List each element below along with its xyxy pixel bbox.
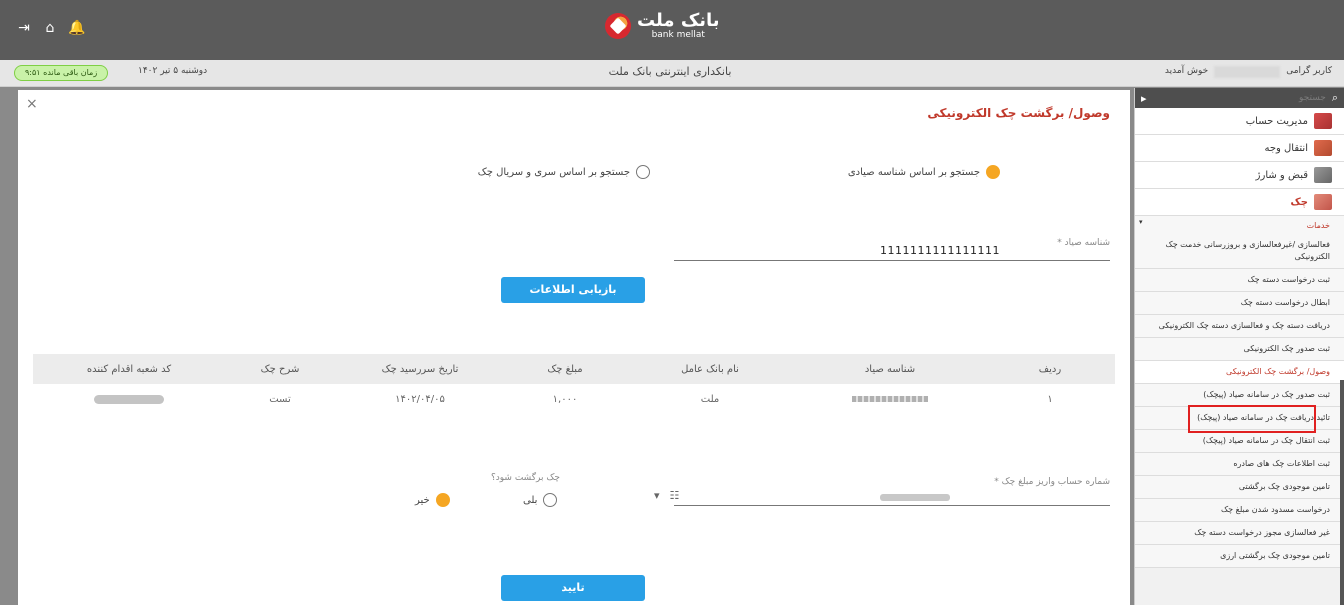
service-item[interactable]: فعالسازی /غیرفعالسازی و بروزرسانی خدمت چ… (1135, 234, 1344, 269)
table-row[interactable]: ۱ ملت ۱,۰۰۰ ۱۴۰۲/۰۴/۰۵ تست (33, 384, 1115, 414)
bell-icon[interactable]: 🔔 (68, 20, 85, 36)
logout-icon[interactable]: ⇥ (16, 20, 32, 36)
col-description: شرح چک (260, 363, 300, 375)
sidebar-search: ⌕ جستجو ▸ (1135, 88, 1344, 108)
radio-search-sayad[interactable]: جستجو بر اساس شناسه صیادی (848, 165, 1000, 179)
scrollbar[interactable] (1340, 380, 1344, 605)
cell-sayad (795, 384, 985, 414)
home-icon[interactable]: ⌂ (42, 20, 58, 36)
radio-bounce-yes[interactable]: بلی (523, 493, 558, 507)
chevron-down-icon[interactable]: ▾ (654, 489, 660, 502)
service-item-active[interactable]: وصول/ برگشت چک الکترونیکی (1135, 361, 1344, 384)
cell-bank: ملت (700, 393, 720, 405)
service-item[interactable]: ثبت صدور چک الکترونیکی (1135, 338, 1344, 361)
service-item[interactable]: غیر فعالسازی مجوز درخواست دسته چک (1135, 522, 1344, 545)
caret-down-icon: ▾ (1139, 218, 1143, 226)
highlight-box (1188, 405, 1316, 433)
current-date: دوشنبه ۵ تیر ۱۴۰۲ (138, 66, 208, 76)
greeting-prefix: کاربر گرامی (1286, 66, 1332, 76)
branch-code-blurred (94, 394, 164, 404)
cell-description: تست (269, 393, 291, 405)
close-icon[interactable]: × (26, 96, 38, 112)
services-title: خدمات (1306, 220, 1330, 230)
user-name-blurred (1214, 66, 1281, 78)
col-bank: نام بانک عامل (681, 363, 739, 375)
search-icon[interactable]: ⌕ (1332, 91, 1338, 105)
bank-logo-icon (605, 13, 631, 39)
cheque-icon (1314, 194, 1332, 210)
col-row: ردیف (1038, 363, 1062, 375)
confirm-button[interactable]: تایید (501, 575, 645, 601)
bank-title: بانکداری اینترنتی بانک ملت (608, 65, 732, 78)
page-title: وصول/ برگشت چک الکترونیکی (927, 106, 1110, 120)
user-greeting: کاربر گرامی خوش آمدید (1165, 66, 1332, 78)
account-icon (1314, 113, 1332, 129)
sub-header: زمان باقی مانده ۹:۵۱ دوشنبه ۵ تیر ۱۴۰۲ ب… (0, 60, 1344, 87)
logo-text-fa: بانک ملت (637, 10, 720, 31)
cheque-table: ردیف شناسه صیاد نام بانک عامل مبلغ چک تا… (33, 354, 1115, 414)
radio-checked-icon[interactable] (986, 165, 1000, 179)
service-item[interactable]: ثبت انتقال چک در سامانه صیاد (پیچک) (1135, 430, 1344, 453)
radio-yes-label: بلی (523, 494, 538, 506)
logo-text-en: bank mellat (651, 30, 705, 40)
radio-search-serial-label: جستجو بر اساس سری و سریال چک (477, 166, 630, 178)
deposit-account-select[interactable] (674, 505, 1110, 506)
sidebar-item-account[interactable]: مدیریت حساب (1135, 108, 1344, 135)
service-item[interactable]: ثبت درخواست دسته چک (1135, 269, 1344, 292)
cell-row: ۱ (1047, 393, 1053, 405)
radio-bounce-no[interactable]: خیر (415, 493, 450, 507)
sidebar-item-label: قبض و شارژ (1255, 169, 1308, 181)
service-item[interactable]: ثبت صدور چک در سامانه صیاد (پیچک) (1135, 384, 1344, 407)
account-list-icon[interactable]: ☷ (670, 489, 680, 502)
sidebar-item-label: چک (1290, 196, 1308, 208)
sidebar-item-bill[interactable]: قبض و شارژ (1135, 162, 1344, 189)
radio-checked-icon[interactable] (435, 493, 450, 507)
radio-unchecked-icon[interactable] (636, 165, 650, 179)
session-timer-badge: زمان باقی مانده ۹:۵۱ (14, 65, 109, 81)
cell-branch-code (33, 384, 225, 414)
cell-due-date: ۱۴۰۲/۰۴/۰۵ (395, 393, 445, 405)
top-header: ⇥ ⌂ 🔔 بانک ملت bank mellat (0, 0, 1344, 60)
greeting-suffix: خوش آمدید (1164, 66, 1209, 76)
sidebar-item-label: مدیریت حساب (1245, 115, 1308, 127)
radio-unchecked-icon[interactable] (543, 493, 558, 507)
table-header: ردیف شناسه صیاد نام بانک عامل مبلغ چک تا… (33, 354, 1115, 384)
col-due-date: تاریخ سررسید چک (381, 363, 459, 375)
collapse-arrow-icon[interactable]: ▸ (1141, 92, 1147, 105)
col-sayad: شناسه صیاد (864, 363, 916, 375)
search-input[interactable]: جستجو (1147, 93, 1326, 103)
services-heading[interactable]: خدمات ▾ (1135, 216, 1344, 234)
deposit-account-label: شماره حساب واریز مبلغ چک * (994, 477, 1110, 487)
service-item[interactable]: دریافت دسته چک و فعالسازی دسته چک الکترو… (1135, 315, 1344, 338)
deposit-account-blurred (880, 494, 950, 501)
radio-no-label: خیر (415, 494, 430, 506)
service-item[interactable]: درخواست مسدود شدن مبلغ چک (1135, 499, 1344, 522)
sidebar-item-transfer[interactable]: انتقال وجه (1135, 135, 1344, 162)
col-amount: مبلغ چک (547, 363, 583, 375)
retrieve-info-button[interactable]: بازیابی اطلاعات (501, 277, 645, 303)
service-item[interactable]: ابطال درخواست دسته چک (1135, 292, 1344, 315)
sayad-id-underline (674, 260, 1110, 261)
deposit-account-controls: ☷ ▾ (654, 489, 679, 502)
service-item[interactable]: ثبت اطلاعات چک های صادره (1135, 453, 1344, 476)
cell-amount: ۱,۰۰۰ (552, 393, 578, 405)
radio-search-sayad-label: جستجو بر اساس شناسه صیادی (847, 166, 980, 178)
bill-icon (1314, 167, 1332, 183)
cheque-collect-panel: × وصول/ برگشت چک الکترونیکی جستجو بر اسا… (18, 90, 1130, 605)
transfer-icon (1314, 140, 1332, 156)
sayad-id-label: شناسه صیاد * (1057, 238, 1110, 248)
bank-logo: بانک ملت bank mellat (605, 12, 720, 40)
header-icons: ⇥ ⌂ 🔔 (16, 20, 85, 36)
sayad-blurred (852, 396, 928, 402)
service-item[interactable]: تامین موجودی چک برگشتی (1135, 476, 1344, 499)
sidebar: ⌕ جستجو ▸ مدیریت حساب انتقال وجه قبض و ش… (1134, 88, 1344, 605)
sayad-id-input[interactable]: 1111111111111111 (880, 244, 1000, 257)
sidebar-item-cheque[interactable]: چک (1135, 189, 1344, 216)
radio-search-serial[interactable]: جستجو بر اساس سری و سریال چک (478, 165, 650, 179)
bounce-question-label: چک برگشت شود؟ (491, 473, 560, 483)
col-branch-code: کد شعبه اقدام کننده (86, 363, 172, 375)
service-item[interactable]: تامین موجودی چک برگشتی ارزی (1135, 545, 1344, 568)
sidebar-item-label: انتقال وجه (1264, 142, 1308, 154)
